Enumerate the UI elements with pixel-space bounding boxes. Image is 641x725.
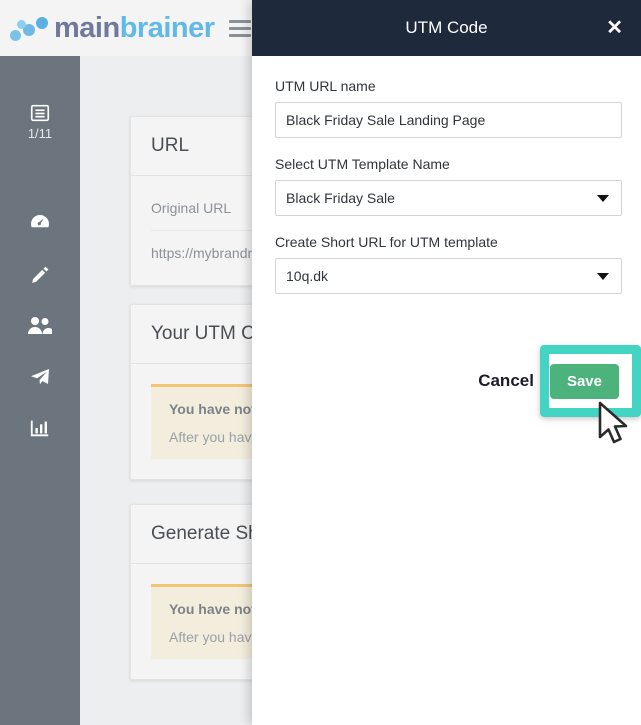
cancel-button[interactable]: Cancel [478,371,534,391]
logo-dots-icon [10,13,54,43]
sidebar-item-edit[interactable] [28,263,52,287]
modal-actions: Cancel Save [252,355,641,407]
sidebar-item-send[interactable] [28,365,52,389]
modal-title: UTM Code [405,18,488,37]
utm-template-name-select[interactable]: Black Friday Sale [275,180,622,216]
close-icon[interactable]: ✕ [606,18,623,38]
pencil-edit-icon [32,266,49,283]
bar-chart-statistics-icon [30,420,49,437]
left-sidebar: 1/11 [0,56,80,725]
short-url-domain-select[interactable]: 10q.dk [275,258,622,294]
save-button[interactable]: Save [549,363,619,399]
list-checklist-icon [30,104,50,122]
utm-template-name-value: Black Friday Sale [286,190,395,206]
dashboard-speedometer-icon [31,215,49,228]
sidebar-item-checklist[interactable]: 1/11 [28,102,52,141]
sidebar-item-statistics[interactable] [29,417,51,439]
utm-url-name-input[interactable] [275,102,622,138]
brand-name: mainbrainer [54,12,215,45]
utm-template-name-label: Select UTM Template Name [275,156,450,172]
short-url-domain-label: Create Short URL for UTM template [275,234,498,250]
short-url-domain-value: 10q.dk [286,268,329,284]
brand-name-part2: brainer [119,11,215,44]
brand-name-part1: main [54,11,120,44]
sidebar-item-dashboard[interactable] [28,211,52,235]
app-root: mainbrainer 1/11 URL Original URL https:… [0,0,641,725]
chevron-down-icon [597,272,609,280]
sidebar-progress-badge: 1/11 [27,126,53,141]
utm-code-modal: UTM Code ✕ UTM URL name Select UTM Templ… [252,0,641,725]
modal-body: UTM URL name Select UTM Template Name Bl… [252,56,641,294]
sidebar-item-audience[interactable] [27,315,53,337]
chevron-down-icon [597,194,609,202]
modal-header: UTM Code ✕ [252,0,641,56]
hamburger-icon[interactable] [228,19,251,37]
people-audience-icon [28,317,52,334]
brand-logo[interactable]: mainbrainer [0,12,215,45]
paper-plane-send-icon [31,369,49,385]
utm-url-name-label: UTM URL name [275,78,376,94]
